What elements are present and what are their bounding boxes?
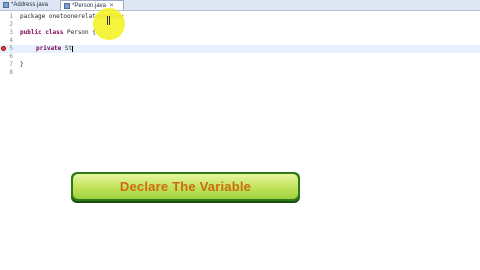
text-caret: [72, 45, 74, 52]
tab-label: *Address.java: [11, 2, 49, 8]
editor-tab-bar: *Address.java *Person.java ✕: [0, 0, 480, 11]
java-file-icon: [64, 2, 70, 9]
code-line[interactable]: 2: [0, 21, 480, 29]
line-number: 2: [9, 21, 13, 28]
instruction-banner: Declare The Variable: [71, 172, 300, 201]
class-declaration: Person {: [63, 29, 96, 36]
line-number: 8: [9, 69, 13, 76]
tab-address-java[interactable]: *Address.java: [0, 0, 58, 10]
line-number: 7: [9, 61, 13, 68]
code-text: private St: [36, 45, 74, 53]
code-line[interactable]: 4: [0, 37, 480, 45]
line-number: 3: [9, 29, 13, 36]
code-line[interactable]: 8: [0, 69, 480, 77]
keyword: public: [20, 29, 42, 36]
line-number: 1: [9, 13, 13, 20]
java-file-icon: [3, 2, 9, 8]
line-number: 4: [9, 37, 13, 44]
code-text: }: [20, 61, 24, 68]
code-line[interactable]: 6: [0, 53, 480, 61]
code-line[interactable]: 7 }: [0, 61, 480, 69]
code-editor[interactable]: 1 package onetoonerelationship; 2 3 publ…: [0, 11, 480, 270]
keyword: class: [45, 29, 64, 36]
partial-type: St: [61, 45, 73, 52]
banner-body: Declare The Variable: [73, 174, 298, 199]
text-cursor-icon: [107, 16, 110, 25]
code-text: public class Person {: [20, 29, 96, 37]
line-number: 6: [9, 53, 13, 60]
code-line[interactable]: 1 package onetoonerelationship;: [0, 13, 480, 21]
current-code-line[interactable]: 5 private St: [0, 45, 480, 53]
keyword: private: [36, 45, 62, 52]
banner-text: Declare The Variable: [119, 179, 252, 194]
code-line[interactable]: 3 public class Person {: [0, 29, 480, 37]
line-number: 5: [9, 45, 13, 52]
tab-label: *Person.java: [72, 2, 107, 9]
